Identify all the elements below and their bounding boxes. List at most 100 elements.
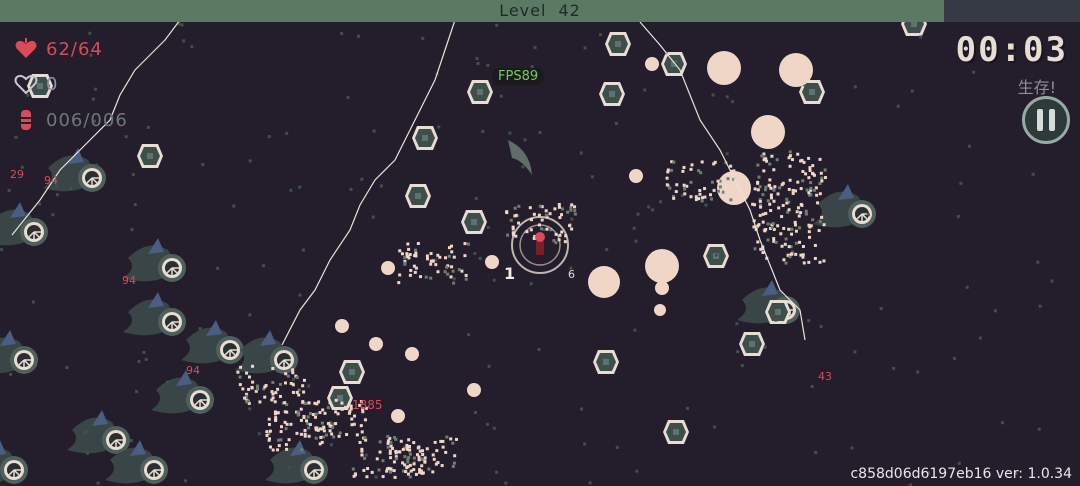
particle xyxy=(797,226,801,230)
ground-dot xyxy=(201,163,205,167)
particle xyxy=(781,203,785,207)
particle xyxy=(296,410,300,414)
particle xyxy=(274,418,278,422)
particle xyxy=(775,158,779,162)
particle xyxy=(291,371,295,375)
particle xyxy=(276,411,280,415)
particle xyxy=(414,472,418,476)
ground-dot xyxy=(731,100,735,104)
particle xyxy=(250,386,254,390)
particle xyxy=(405,466,409,470)
particle xyxy=(381,459,385,463)
particle xyxy=(769,209,773,213)
ground-dot xyxy=(0,248,4,252)
particle xyxy=(712,188,716,192)
ground-dot xyxy=(379,184,383,188)
particle xyxy=(381,475,385,479)
ground-dot xyxy=(65,366,69,370)
particle xyxy=(505,211,509,215)
particle xyxy=(766,222,770,226)
particle xyxy=(319,435,323,439)
particle xyxy=(776,192,780,196)
particle xyxy=(392,460,396,464)
projectile xyxy=(391,409,405,423)
ground-dot xyxy=(850,446,854,450)
particle xyxy=(768,178,772,182)
game-stage: Level 42 62/64 0 006/006 00:03 生存! FPS89 … xyxy=(0,0,1080,486)
ground-dot xyxy=(473,411,477,415)
particle xyxy=(280,425,284,429)
particle xyxy=(449,275,453,279)
ground-dot xyxy=(329,443,333,447)
particle xyxy=(328,424,332,428)
particle xyxy=(703,195,707,199)
projectile xyxy=(369,337,383,351)
particle xyxy=(334,422,338,426)
particle xyxy=(796,152,800,156)
particle xyxy=(666,170,670,174)
particle xyxy=(776,224,780,228)
particle xyxy=(822,259,826,263)
particle xyxy=(770,154,774,158)
particle xyxy=(338,431,342,435)
particle xyxy=(439,439,443,443)
particle xyxy=(268,445,272,449)
particle xyxy=(796,180,800,184)
particle xyxy=(436,253,440,257)
particle xyxy=(790,158,794,162)
ground-dot xyxy=(55,193,59,197)
ground-dot xyxy=(740,364,744,368)
particle xyxy=(807,260,811,264)
particle xyxy=(761,220,765,224)
particle xyxy=(764,211,768,215)
ammo-text: 006/006 xyxy=(46,109,128,131)
particle xyxy=(408,452,412,456)
particle xyxy=(323,411,327,415)
particle xyxy=(291,368,295,372)
particle xyxy=(284,372,288,376)
pause-button[interactable] xyxy=(1022,96,1070,144)
ground-dot xyxy=(853,350,857,354)
particle xyxy=(375,457,379,461)
heart-icon xyxy=(15,38,37,58)
ground-dot xyxy=(95,163,99,167)
ground-dot xyxy=(714,253,718,257)
particle xyxy=(807,176,811,180)
particle xyxy=(811,164,815,168)
particle xyxy=(804,172,808,176)
particle xyxy=(514,213,518,217)
particle xyxy=(243,396,247,400)
particle xyxy=(466,242,470,246)
ground-dot xyxy=(495,23,499,27)
particle xyxy=(807,156,811,160)
damage-number: 94 xyxy=(44,174,58,187)
xp-gem xyxy=(739,332,765,356)
particle xyxy=(694,198,698,202)
particle xyxy=(407,247,411,251)
ground-dot xyxy=(124,135,128,139)
particle xyxy=(751,202,755,206)
xp-gem xyxy=(461,210,487,234)
particle xyxy=(409,268,413,272)
particle xyxy=(309,412,313,416)
particle xyxy=(780,244,784,248)
level-progress-bar: Level 42 xyxy=(0,0,1080,22)
particle xyxy=(788,178,792,182)
particle xyxy=(669,168,673,172)
xp-gem xyxy=(327,386,353,410)
particle xyxy=(800,158,804,162)
ground-dot xyxy=(184,479,188,483)
particle xyxy=(730,194,734,198)
particle xyxy=(408,273,412,277)
ground-dot xyxy=(364,453,368,457)
particle xyxy=(517,204,521,208)
ground-dot xyxy=(96,481,100,485)
ground-dot xyxy=(346,95,350,99)
particle xyxy=(330,432,334,436)
ground-dot xyxy=(819,324,823,328)
ground-dot xyxy=(910,89,914,93)
particle xyxy=(302,378,306,382)
particle xyxy=(552,239,556,243)
particle xyxy=(532,212,536,216)
projectile xyxy=(654,304,666,316)
